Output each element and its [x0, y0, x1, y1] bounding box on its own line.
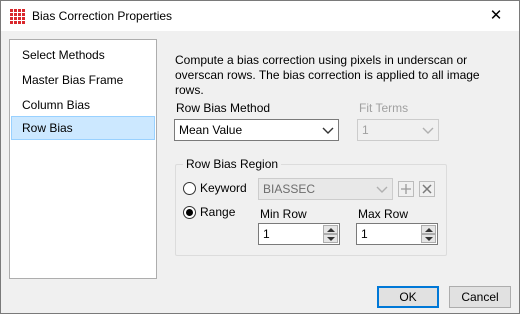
keyword-radio[interactable] — [183, 182, 196, 195]
sidebar-item-master-bias-frame[interactable]: Master Bias Frame — [11, 68, 155, 92]
dialog-window: Bias Correction Properties ✕ Select Meth… — [0, 0, 520, 314]
arrow-down-icon — [327, 237, 335, 241]
row-bias-method-label: Row Bias Method — [176, 101, 271, 115]
max-row-decrement-button[interactable] — [421, 234, 436, 243]
fit-terms-select[interactable]: 1 — [357, 119, 439, 141]
min-row-label: Min Row — [260, 207, 307, 221]
arrow-up-icon — [425, 228, 433, 232]
close-icon: ✕ — [489, 7, 503, 24]
keyword-select[interactable]: BIASSEC — [258, 178, 393, 200]
fit-terms-value: 1 — [362, 123, 369, 137]
keyword-label[interactable]: Keyword — [200, 181, 247, 195]
plus-icon — [401, 184, 411, 194]
cancel-button[interactable]: Cancel — [449, 286, 511, 308]
keyword-value: BIASSEC — [263, 182, 316, 196]
ok-button[interactable]: OK — [377, 286, 439, 308]
row-bias-method-value: Mean Value — [179, 123, 243, 137]
chevron-down-icon — [376, 186, 388, 193]
min-row-decrement-button[interactable] — [323, 234, 338, 243]
row-bias-region-title: Row Bias Region — [183, 157, 282, 171]
remove-keyword-button[interactable] — [419, 181, 435, 197]
add-keyword-button[interactable] — [398, 181, 414, 197]
app-grid-icon — [10, 9, 25, 24]
window-title: Bias Correction Properties — [32, 9, 173, 23]
sidebar-item-row-bias[interactable]: Row Bias — [11, 116, 155, 140]
fit-terms-label: Fit Terms — [359, 101, 409, 115]
chevron-down-icon — [422, 127, 434, 134]
max-row-label: Max Row — [358, 207, 409, 221]
min-row-increment-button[interactable] — [323, 225, 338, 234]
max-row-spinner[interactable]: 1 — [356, 223, 438, 245]
chevron-down-icon — [322, 127, 334, 134]
title-bar[interactable]: Bias Correction Properties ✕ — [1, 1, 519, 31]
x-icon — [422, 184, 432, 194]
description-text: Compute a bias correction using pixels i… — [175, 53, 480, 97]
min-row-spinner[interactable]: 1 — [258, 223, 340, 245]
range-radio[interactable] — [183, 206, 196, 219]
sidebar-item-select-methods[interactable]: Select Methods — [11, 43, 155, 67]
sidebar-nav: Select Methods Master Bias Frame Column … — [9, 39, 157, 279]
arrow-down-icon — [425, 237, 433, 241]
sidebar-item-column-bias[interactable]: Column Bias — [11, 93, 155, 117]
max-row-increment-button[interactable] — [421, 225, 436, 234]
min-row-value: 1 — [263, 227, 270, 241]
row-bias-method-select[interactable]: Mean Value — [174, 119, 339, 141]
radio-selected-dot — [186, 209, 193, 216]
arrow-up-icon — [327, 228, 335, 232]
max-row-value: 1 — [361, 227, 368, 241]
close-button[interactable]: ✕ — [473, 1, 519, 31]
range-label[interactable]: Range — [200, 205, 235, 219]
